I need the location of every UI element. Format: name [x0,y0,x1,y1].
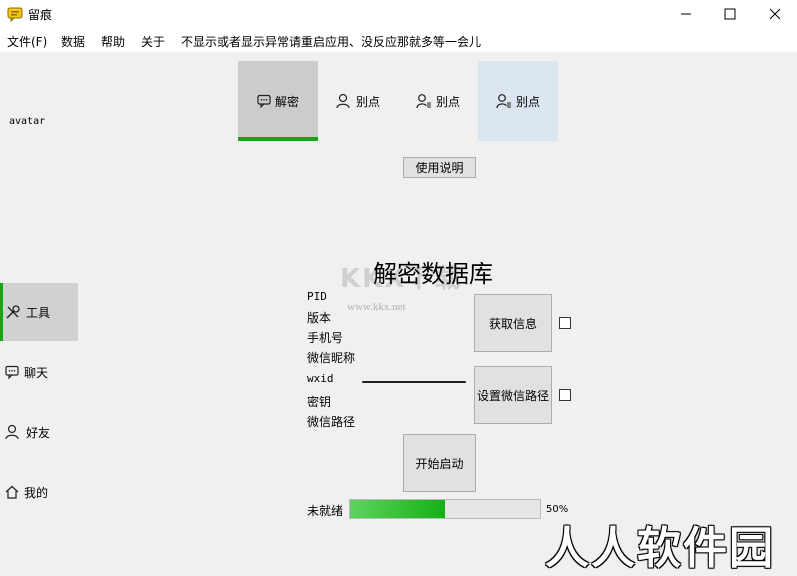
menu-file[interactable]: 文件(F) [7,33,47,50]
tab-label: 别点 [515,94,540,109]
set-wechat-path-button[interactable]: 设置微信路径 [474,366,552,424]
menu-about[interactable]: 关于 [141,33,165,50]
page-title: 解密数据库 [373,260,493,288]
label-pid: PID [307,290,327,303]
label-phone: 手机号 [307,331,344,345]
menu-bar: 文件(F) 数据 帮助 关于 不显示或者显示异常请重启应用、没反应那就多等一会儿 [0,28,797,52]
start-button[interactable]: 开始启动 [403,434,476,492]
window-title: 留痕 [28,8,53,22]
sidebar-item-label: 聊天 [24,365,49,380]
chat-bubble-icon [257,94,271,108]
rrrj-watermark: 人人软件园 [545,523,775,574]
sidebar-item-label: 好友 [26,425,51,440]
person-icon [336,93,350,109]
sidebar-item-label: 工具 [26,305,51,320]
sidebar-item-chat[interactable]: 聊天 [0,343,78,401]
chat-icon [5,365,19,379]
maximize-icon [724,8,736,20]
sidebar-item-label: 我的 [24,485,49,500]
label-wechat-path: 微信路径 [307,415,356,429]
tab-label: 解密 [274,94,299,109]
set-path-checkbox[interactable] [559,389,571,401]
tab-label: 别点 [435,94,460,109]
person-icon [5,424,19,440]
sidebar-item-friends[interactable]: 好友 [0,403,78,461]
kkx-watermark-url: www.kkx.net [347,301,406,313]
tab-dont-click-3[interactable]: 别点 [478,61,558,141]
home-icon [5,485,19,499]
status-text: 未就绪 [307,504,344,518]
label-nickname: 微信昵称 [307,351,356,365]
menu-data[interactable]: 数据 [61,33,85,50]
minimize-button[interactable] [663,0,709,28]
maximize-button[interactable] [707,0,753,28]
label-version: 版本 [307,311,332,325]
menu-notice[interactable]: 不显示或者显示异常请重启应用、没反应那就多等一会儿 [181,33,481,50]
tab-dont-click-1[interactable]: 别点 [318,61,398,141]
person-list-icon [496,94,511,109]
tools-icon [6,305,20,319]
wxid-underline [362,381,466,383]
get-info-button[interactable]: 获取信息 [474,294,552,352]
close-icon [769,8,781,20]
get-info-checkbox[interactable] [559,317,571,329]
tab-label: 别点 [355,94,380,109]
avatar[interactable]: avatar [9,116,45,127]
person-list-icon [416,94,431,109]
menu-help[interactable]: 帮助 [101,33,125,50]
label-wxid: wxid [307,372,334,385]
sidebar-item-mine[interactable]: 我的 [0,463,78,521]
app-icon [7,7,23,22]
help-button[interactable]: 使用说明 [403,157,476,178]
tab-decrypt[interactable]: 解密 [238,61,318,141]
progress-fill [350,500,445,518]
label-key: 密钥 [307,395,332,409]
progress-bar [349,499,541,519]
title-bar: 留痕 [0,0,797,28]
minimize-icon [681,13,691,15]
close-button[interactable] [752,0,797,28]
sidebar-item-tools[interactable]: 工具 [0,283,78,341]
tab-dont-click-2[interactable]: 别点 [398,61,478,141]
